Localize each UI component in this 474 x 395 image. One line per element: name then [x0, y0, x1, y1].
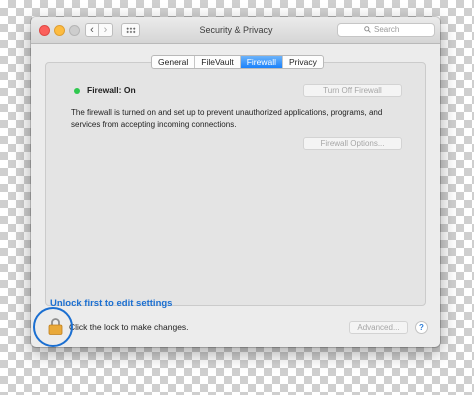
- firewall-panel: [45, 62, 426, 306]
- tab-privacy[interactable]: Privacy: [283, 56, 323, 68]
- tab-filevault[interactable]: FileVault: [195, 56, 241, 68]
- search-icon: [364, 26, 371, 33]
- firewall-description: The firewall is turned on and set up to …: [71, 108, 383, 129]
- close-button[interactable]: [39, 25, 50, 36]
- lock-highlight-circle: [33, 307, 73, 347]
- firewall-options-button[interactable]: Firewall Options...: [303, 137, 402, 150]
- search-field[interactable]: Search: [337, 23, 435, 37]
- search-placeholder: Search: [374, 25, 400, 34]
- show-all-button[interactable]: [121, 23, 140, 37]
- tab-bar: General FileVault Firewall Privacy: [151, 55, 324, 69]
- grid-icon: [126, 27, 136, 34]
- chevron-right-icon: ›: [103, 24, 108, 36]
- title-bar[interactable]: ‹ › Security & Privacy Search: [31, 17, 440, 44]
- firewall-status: Firewall: On: [87, 85, 136, 95]
- window-title: Security & Privacy: [199, 25, 273, 35]
- chevron-left-icon: ‹: [90, 24, 94, 36]
- status-indicator-icon: [74, 88, 80, 94]
- minimize-button[interactable]: [54, 25, 65, 36]
- advanced-button[interactable]: Advanced...: [349, 321, 408, 334]
- forward-button[interactable]: ›: [99, 23, 113, 37]
- back-button[interactable]: ‹: [85, 23, 99, 37]
- turn-off-firewall-button[interactable]: Turn Off Firewall: [303, 84, 402, 97]
- tab-firewall[interactable]: Firewall: [240, 56, 283, 68]
- zoom-button[interactable]: [69, 25, 80, 36]
- unlock-annotation: Unlock first to edit settings: [50, 298, 173, 309]
- lock-instruction: Click the lock to make changes.: [69, 322, 189, 332]
- tab-general[interactable]: General: [152, 56, 196, 68]
- help-button[interactable]: ?: [415, 321, 428, 334]
